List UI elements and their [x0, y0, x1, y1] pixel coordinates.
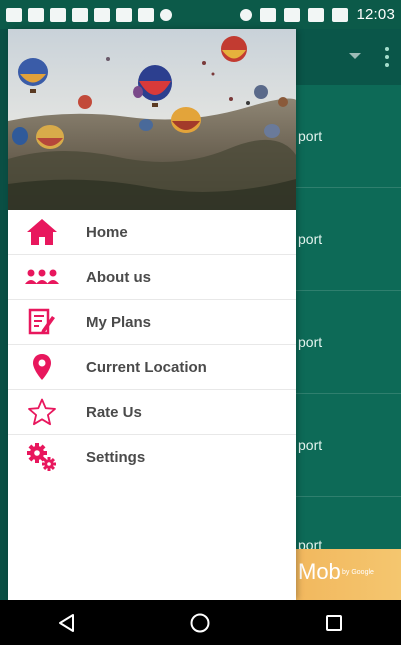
photo-icon	[72, 7, 88, 22]
overflow-menu-icon	[385, 47, 389, 67]
image-icon	[94, 7, 110, 22]
list-item: port	[296, 85, 401, 188]
menu-item-label: Home	[86, 223, 128, 241]
list-item: port	[296, 291, 401, 394]
menu-item-label: My Plans	[86, 313, 152, 331]
background-list: port port port port port	[296, 85, 401, 599]
instagram-icon	[138, 7, 154, 22]
menu-item-label: Rate Us	[86, 403, 142, 421]
battery-icon	[332, 7, 349, 22]
drawer-menu: Home About us My Plans Current Location …	[8, 210, 296, 479]
dropdown-arrow-icon	[349, 53, 361, 59]
home-button[interactable]	[170, 600, 230, 645]
ad-logo-text: Mob	[298, 559, 341, 584]
menu-item-current-location[interactable]: Current Location	[8, 345, 296, 390]
clock: 12:03	[356, 6, 395, 23]
group-icon	[24, 262, 60, 292]
home-circle-icon	[190, 613, 210, 632]
menu-item-settings[interactable]: Settings	[8, 435, 296, 479]
recents-button[interactable]	[304, 600, 364, 645]
vibrate-icon	[260, 7, 277, 22]
menu-item-label: Current Location	[86, 358, 207, 376]
ad-subtext: by Google	[342, 569, 374, 576]
menu-item-my-plans[interactable]: My Plans	[8, 300, 296, 345]
location-pin-icon	[24, 352, 60, 382]
ad-banner: Mob by Google	[296, 549, 401, 600]
menu-item-label: Settings	[86, 448, 146, 466]
bluetooth-app-icon	[116, 7, 132, 22]
notification-icons	[6, 7, 172, 22]
background-toolbar	[296, 29, 401, 85]
wifi-icon	[284, 7, 301, 22]
back-button[interactable]	[37, 600, 97, 645]
back-triangle-icon	[58, 613, 74, 632]
system-icons: 12:03	[240, 6, 395, 23]
status-bar: 12:03	[0, 0, 401, 29]
list-item-label: port	[298, 437, 323, 453]
star-icon	[24, 397, 60, 427]
list-item-label: port	[298, 231, 323, 247]
list-item: port	[296, 394, 401, 497]
list-item-label: port	[298, 128, 323, 144]
menu-item-rate-us[interactable]: Rate Us	[8, 390, 296, 435]
navigation-drawer: Home About us My Plans Current Location …	[8, 29, 296, 600]
bluetooth-icon	[240, 8, 253, 21]
list-item: port	[296, 188, 401, 291]
message-icon	[6, 7, 22, 22]
list-item-label: port	[298, 334, 323, 350]
android-icon	[160, 8, 172, 21]
signal-icon	[308, 7, 325, 22]
menu-item-label: About us	[86, 268, 151, 286]
home-icon	[24, 217, 60, 247]
background-app: port port port port port Mob by Google	[296, 29, 401, 600]
system-navigation-bar	[0, 600, 401, 645]
balloons-landscape-image	[8, 29, 296, 210]
edit-note-icon	[24, 307, 60, 337]
gear-icon	[24, 442, 60, 472]
menu-item-home[interactable]: Home	[8, 210, 296, 255]
menu-item-about-us[interactable]: About us	[8, 255, 296, 300]
app-icon	[50, 7, 66, 22]
mail-icon	[28, 7, 44, 22]
recents-square-icon	[326, 614, 343, 631]
drawer-header-image	[8, 29, 296, 210]
